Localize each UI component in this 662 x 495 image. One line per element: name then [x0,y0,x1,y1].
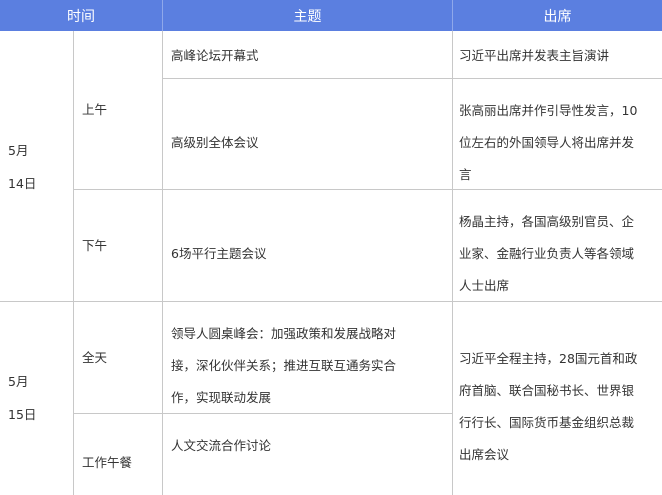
period-cell-am: 上午 [74,31,163,190]
attend-plenary-line3: 言 [459,167,472,182]
attend-cell-day2: 习近平全程主持，28国元首和政 府首脑、联合国秘书长、世界银 行行长、国际货币基… [453,302,662,495]
topic-roundtable-line1: 领导人圆桌峰会：加强政策和发展战略对 [171,326,397,341]
attend-day2-line2: 府首脑、联合国秘书长、世界银 [459,383,635,398]
attend-day2-line1: 习近平全程主持，28国元首和政 [459,351,638,366]
attend-parallel-line2: 业家、金融行业负责人等各领域 [459,246,635,261]
schedule-table: 时间 主题 出席 5月 14日 上午 高峰论坛开幕式 习近平出席并发表主旨演讲 … [0,0,662,495]
attend-parallel-line1: 杨晶主持，各国高级别官员、企 [459,214,635,229]
date-day1-month: 5月 [8,143,29,158]
topic-roundtable-line3: 作，实现联动发展 [171,390,272,405]
header-topic: 主题 [163,0,453,31]
attend-day2-line3: 行行长、国际货币基金组织总裁 [459,415,635,430]
header-time-label: 时间 [67,8,95,25]
topic-parallel: 6场平行主题会议 [171,246,267,261]
period-allday-label: 全天 [82,350,108,365]
attend-opening: 习近平出席并发表主旨演讲 [459,48,610,63]
date-day1-day: 14日 [8,176,37,191]
period-lunch-label: 工作午餐 [82,455,133,470]
date-cell-day2: 5月 15日 [0,302,74,495]
period-cell-allday: 全天 [74,302,163,414]
date-day2-day: 15日 [8,407,37,422]
period-cell-pm: 下午 [74,190,163,302]
attend-cell-parallel: 杨晶主持，各国高级别官员、企 业家、金融行业负责人等各领域 人士出席 [453,190,662,302]
date-cell-day1: 5月 14日 [0,31,74,302]
topic-cell-plenary: 高级别全体会议 [163,79,453,190]
header-attend-label: 出席 [543,8,572,25]
period-pm-label: 下午 [82,238,108,253]
topic-opening: 高峰论坛开幕式 [171,48,259,63]
attend-plenary-line1: 张高丽出席并作引导性发言，10 [459,103,638,118]
header-attend: 出席 [453,0,662,31]
topic-culture: 人文交流合作讨论 [171,438,272,453]
attend-plenary-line2: 位左右的外国领导人将出席并发 [459,135,635,150]
topic-plenary: 高级别全体会议 [171,135,259,150]
attend-cell-opening: 习近平出席并发表主旨演讲 [453,31,662,79]
topic-cell-opening: 高峰论坛开幕式 [163,31,453,79]
topic-roundtable-line2: 接，深化伙伴关系；推进互联互通务实合 [171,358,397,373]
topic-cell-roundtable: 领导人圆桌峰会：加强政策和发展战略对 接，深化伙伴关系；推进互联互通务实合 作，… [163,302,453,414]
attend-parallel-line3: 人士出席 [459,278,510,293]
topic-cell-parallel: 6场平行主题会议 [163,190,453,302]
period-cell-lunch: 工作午餐 [74,414,163,495]
attend-cell-plenary: 张高丽出席并作引导性发言，10 位左右的外国领导人将出席并发 言 [453,79,662,190]
header-time: 时间 [0,0,163,31]
date-day2-month: 5月 [8,374,29,389]
attend-day2-line4: 出席会议 [459,447,510,462]
period-am-label: 上午 [82,102,108,117]
topic-cell-culture: 人文交流合作讨论 [163,414,453,495]
header-topic-label: 主题 [293,8,322,25]
